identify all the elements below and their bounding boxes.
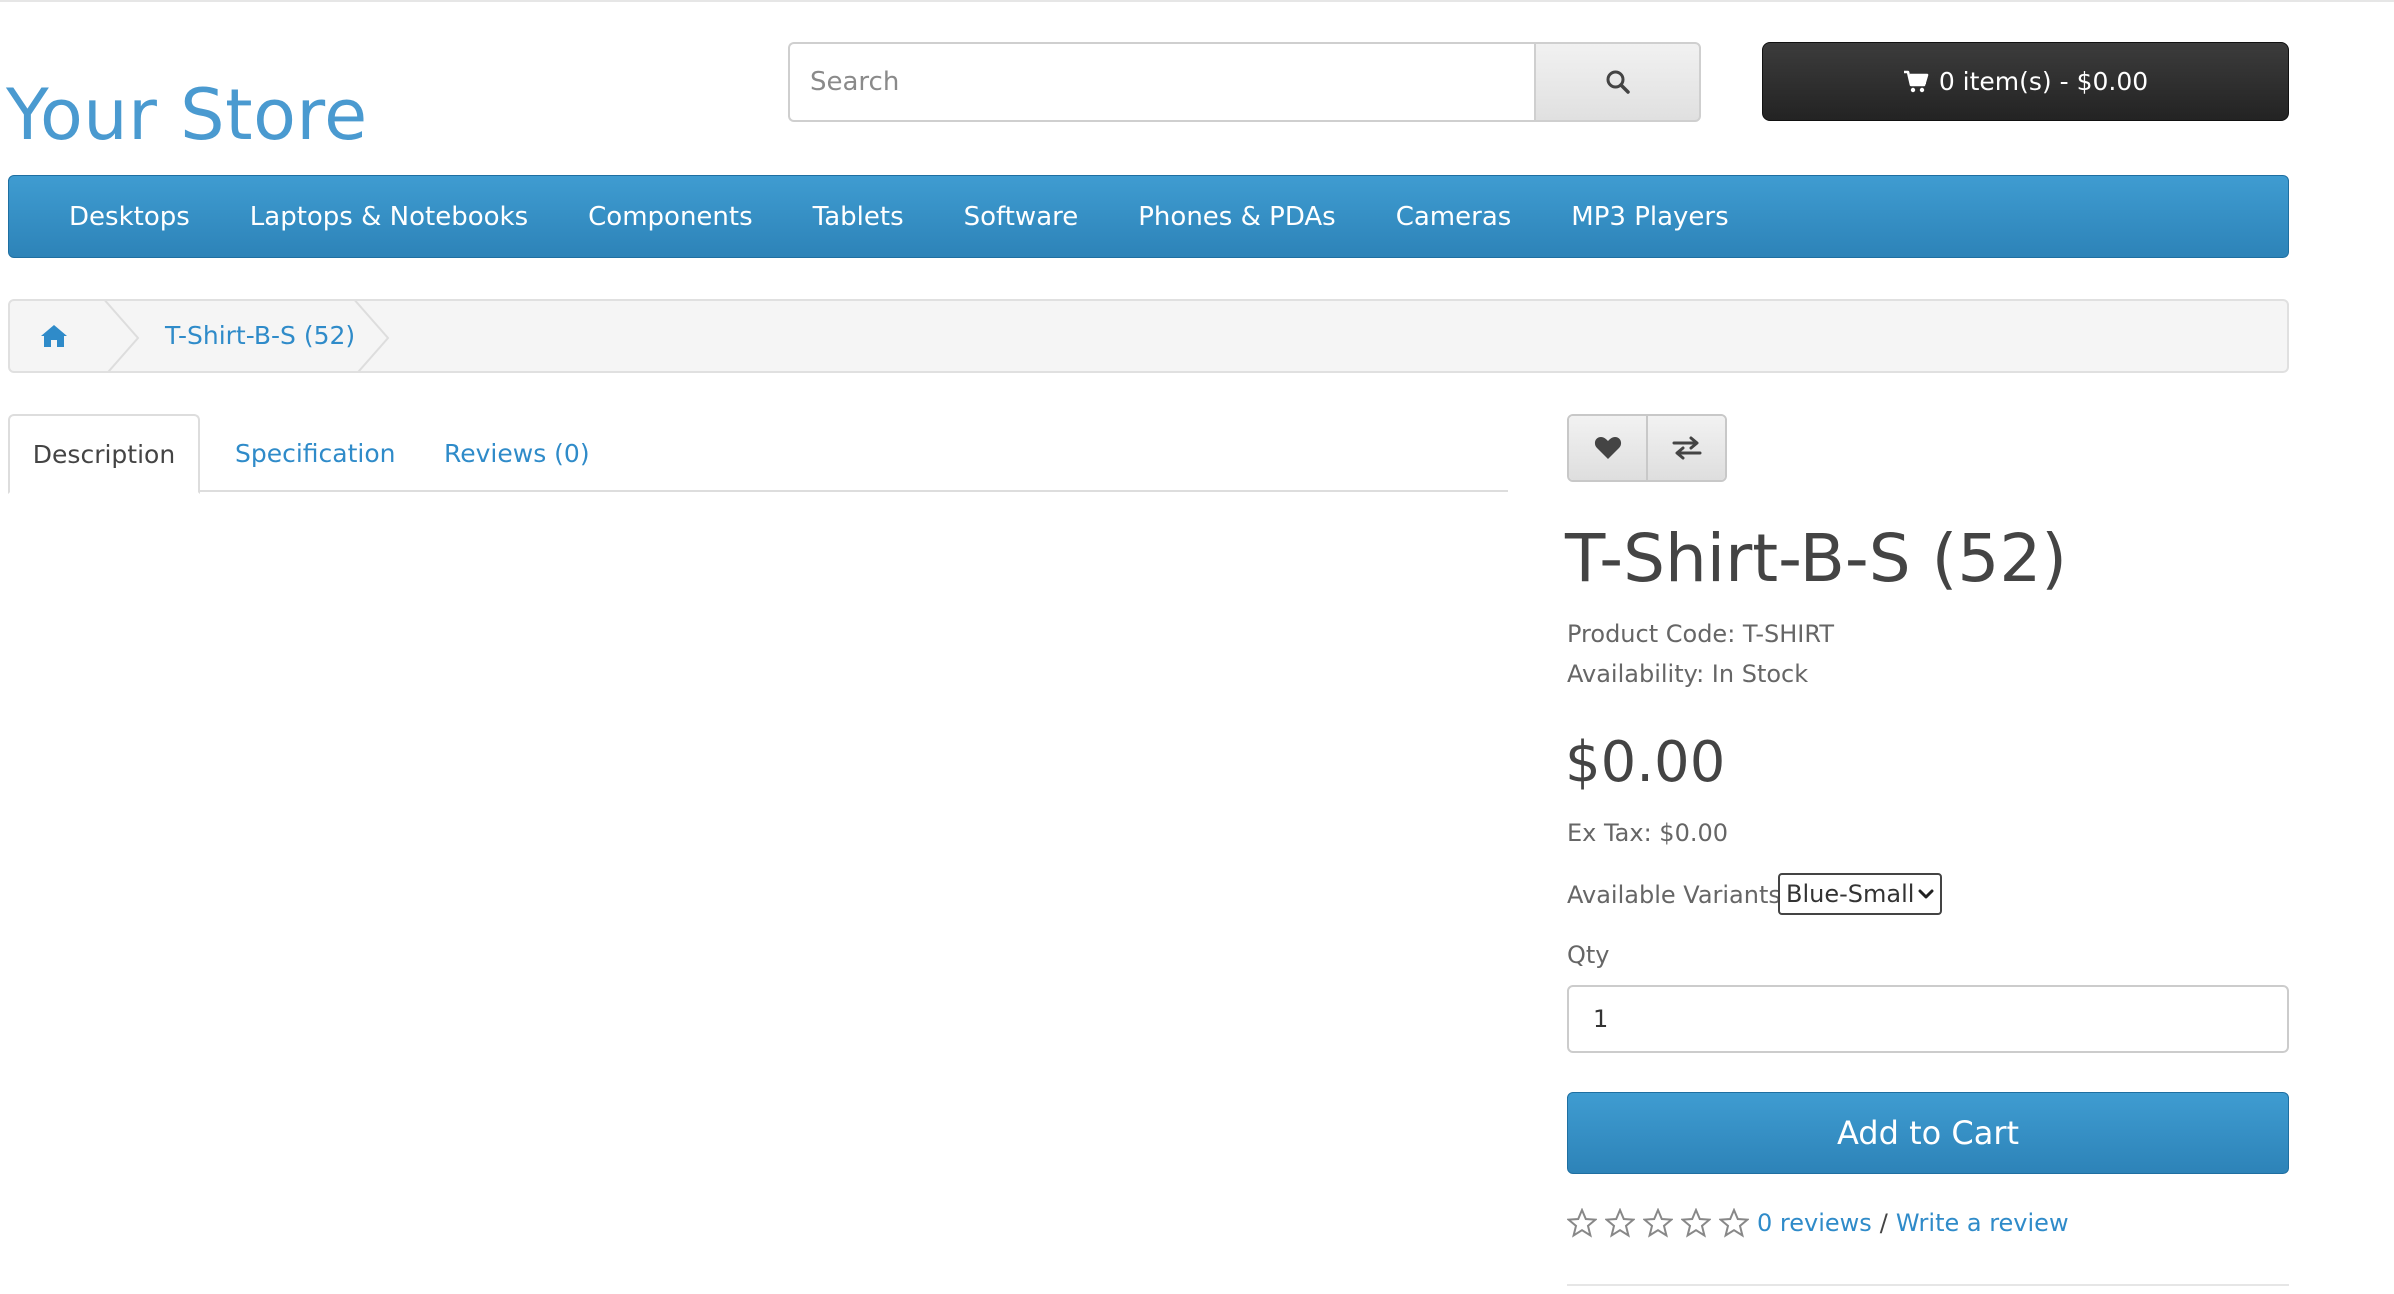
product-actions: [1567, 414, 1727, 482]
tab-specification[interactable]: Specification: [235, 414, 396, 492]
reviews-separator: /: [1879, 1209, 1888, 1237]
tab-reviews[interactable]: Reviews (0): [444, 414, 590, 492]
variants-label: Available Variants:: [1567, 881, 1789, 909]
search-icon: [1606, 70, 1630, 94]
product-code: Product Code: T-SHIRT: [1567, 620, 1834, 648]
nav-item-components[interactable]: Components: [558, 202, 783, 232]
star-outline-icon: [1681, 1208, 1711, 1238]
star-outline-icon: [1605, 1208, 1635, 1238]
reviews-link[interactable]: 0 reviews: [1757, 1209, 1872, 1237]
breadcrumb-product[interactable]: T-Shirt-B-S (52): [165, 321, 355, 350]
nav-item-tablets[interactable]: Tablets: [783, 202, 934, 232]
nav-item-phones-pdas[interactable]: Phones & PDAs: [1108, 202, 1365, 232]
breadcrumb-home[interactable]: [40, 323, 68, 354]
main-nav: Desktops Laptops & Notebooks Components …: [8, 175, 2289, 258]
search-input[interactable]: [788, 42, 1534, 122]
rating: 0 reviews / Write a review: [1567, 1208, 2069, 1238]
chevron-down-icon: [1918, 889, 1934, 899]
star-outline-icon: [1567, 1208, 1597, 1238]
divider: [1567, 1284, 2289, 1286]
compare-button[interactable]: [1646, 416, 1725, 480]
product-title: T-Shirt-B-S (52): [1565, 520, 2068, 597]
star-outline-icon: [1643, 1208, 1673, 1238]
price-ex-tax: Ex Tax: $0.00: [1567, 819, 1729, 847]
product-tabs: Description Specification Reviews (0): [8, 414, 1508, 494]
top-border: [0, 0, 2394, 2]
nav-item-mp3-players[interactable]: MP3 Players: [1541, 202, 1758, 232]
nav-item-laptops-notebooks[interactable]: Laptops & Notebooks: [220, 202, 558, 232]
wishlist-button[interactable]: [1569, 416, 1646, 480]
search-button[interactable]: [1534, 42, 1701, 122]
heart-icon: [1594, 437, 1621, 459]
star-outline-icon: [1719, 1208, 1749, 1238]
breadcrumb: T-Shirt-B-S (52): [8, 299, 2289, 373]
qty-label: Qty: [1567, 941, 1610, 969]
nav-item-desktops[interactable]: Desktops: [39, 202, 220, 232]
exchange-icon: [1672, 436, 1701, 460]
variant-selected-value: Blue-Small: [1786, 880, 1915, 908]
breadcrumb-separator: [354, 301, 390, 371]
breadcrumb-separator: [104, 301, 140, 371]
cart-button[interactable]: 0 item(s) - $0.00: [1762, 42, 2289, 121]
search-bar: [788, 42, 1701, 122]
nav-item-software[interactable]: Software: [934, 202, 1109, 232]
shopping-cart-icon: [1903, 70, 1929, 92]
tab-description[interactable]: Description: [8, 414, 200, 494]
home-icon: [41, 325, 67, 347]
write-review-link[interactable]: Write a review: [1896, 1209, 2069, 1237]
store-logo[interactable]: Your Store: [6, 74, 368, 156]
product-price: $0.00: [1565, 730, 1726, 795]
product-availability: Availability: In Stock: [1567, 660, 1809, 688]
nav-item-cameras[interactable]: Cameras: [1366, 202, 1542, 232]
qty-value: 1: [1593, 1005, 1609, 1033]
cart-label: 0 item(s) - $0.00: [1938, 67, 2149, 96]
add-to-cart-button[interactable]: Add to Cart: [1567, 1092, 2289, 1174]
variant-select[interactable]: Blue-Small: [1778, 873, 1942, 915]
qty-input[interactable]: 1: [1567, 985, 2289, 1053]
